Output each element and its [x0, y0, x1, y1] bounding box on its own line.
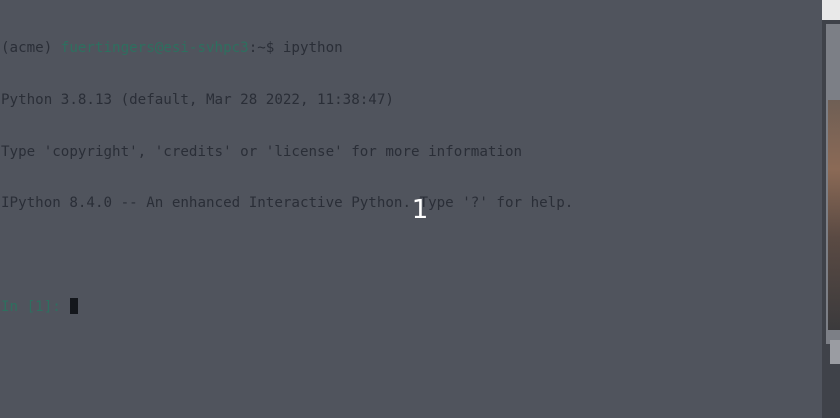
- slide-number-overlay: 1: [411, 195, 429, 225]
- ipython-in-prompt: In [1]:: [1, 299, 61, 316]
- shell-command: ipython: [282, 40, 343, 57]
- shell-prompt-line: (acme) fuertingers@esi-svhpc3:~$ ipython: [1, 40, 573, 57]
- edge-mid-block: [830, 340, 840, 364]
- text-cursor: [70, 298, 79, 315]
- user-host-label: fuertingers@esi-svhpc3: [60, 40, 249, 57]
- ipython-input-line[interactable]: In [1]:: [1, 298, 573, 315]
- terminal-output: (acme) fuertingers@esi-svhpc3:~$ ipython…: [1, 6, 573, 350]
- edge-photo-thumbnail: [828, 100, 840, 330]
- conda-env-label: (acme): [1, 40, 53, 57]
- output-line-python-version: Python 3.8.13 (default, Mar 28 2022, 11:…: [1, 92, 394, 108]
- prompt-suffix: :~$: [248, 40, 275, 57]
- background-window-edge: [822, 0, 840, 418]
- edge-top-strip: [822, 0, 840, 20]
- output-line-license-info: Type 'copyright', 'credits' or 'license'…: [1, 143, 523, 160]
